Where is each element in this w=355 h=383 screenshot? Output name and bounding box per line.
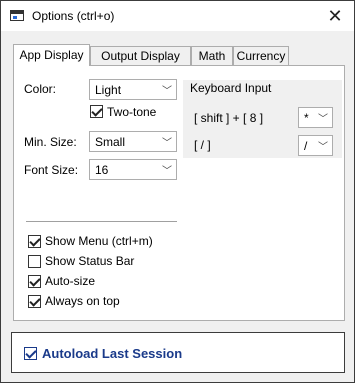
two-tone-checkbox[interactable] xyxy=(90,105,103,118)
tab-output-display[interactable]: Output Display xyxy=(90,46,191,65)
window-title: Options (ctrl+o) xyxy=(32,9,115,23)
chevron-down-icon: ﹀ xyxy=(318,142,328,153)
slash-select[interactable]: / ﹀ xyxy=(298,135,333,156)
app-display-panel: Color: Light ﹀ Two-tone Min. Size: Small… xyxy=(13,65,345,321)
two-tone-label: Two-tone xyxy=(107,105,157,119)
color-label: Color: xyxy=(24,82,57,96)
shift8-label: [ shift ] + [ 8 ] xyxy=(194,111,264,125)
always-on-top-checkbox[interactable] xyxy=(28,295,41,308)
slash-value: / xyxy=(304,139,308,153)
color-value: Light xyxy=(95,83,122,97)
show-menu-checkbox[interactable] xyxy=(28,235,41,248)
close-icon: ✕ xyxy=(327,6,343,26)
min-size-label: Min. Size: xyxy=(24,135,77,149)
font-size-select[interactable]: 16 ﹀ xyxy=(89,159,177,180)
font-size-value: 16 xyxy=(95,163,109,177)
separator xyxy=(26,221,177,222)
show-status-bar-checkbox[interactable] xyxy=(28,255,41,268)
auto-size-checkbox[interactable] xyxy=(28,275,41,288)
tab-currency[interactable]: Currency xyxy=(233,46,289,65)
close-button[interactable]: ✕ xyxy=(322,4,348,28)
keyboard-input-title: Keyboard Input xyxy=(190,81,272,95)
chevron-down-icon: ﹀ xyxy=(318,114,328,125)
autoload-label: Autoload Last Session xyxy=(42,346,183,361)
shift8-select[interactable]: * ﹀ xyxy=(298,107,333,128)
font-size-label: Font Size: xyxy=(24,163,79,177)
chevron-down-icon: ﹀ xyxy=(162,138,172,149)
keyboard-input-group: Keyboard Input [ shift ] + [ 8 ] * ﹀ [ /… xyxy=(183,80,342,158)
min-size-value: Small xyxy=(95,135,126,149)
shift8-value: * xyxy=(304,111,309,125)
autoload-checkbox[interactable] xyxy=(24,347,37,360)
options-dialog: Options (ctrl+o) ✕ App Display Output Di… xyxy=(0,0,355,383)
color-select[interactable]: Light ﹀ xyxy=(89,79,177,100)
auto-size-label: Auto-size xyxy=(45,274,96,288)
tab-app-display[interactable]: App Display xyxy=(13,44,90,66)
app-window-icon xyxy=(10,10,24,21)
slash-label: [ / ] xyxy=(194,138,211,152)
chevron-down-icon: ﹀ xyxy=(162,166,172,177)
show-status-bar-label: Show Status Bar xyxy=(45,254,135,268)
tab-math[interactable]: Math xyxy=(191,46,233,65)
always-on-top-label: Always on top xyxy=(45,294,120,308)
chevron-down-icon: ﹀ xyxy=(162,86,172,97)
min-size-select[interactable]: Small ﹀ xyxy=(89,131,177,152)
show-menu-label: Show Menu (ctrl+m) xyxy=(45,234,153,248)
title-bar: Options (ctrl+o) ✕ xyxy=(1,1,354,31)
autoload-box: Autoload Last Session xyxy=(11,332,345,373)
